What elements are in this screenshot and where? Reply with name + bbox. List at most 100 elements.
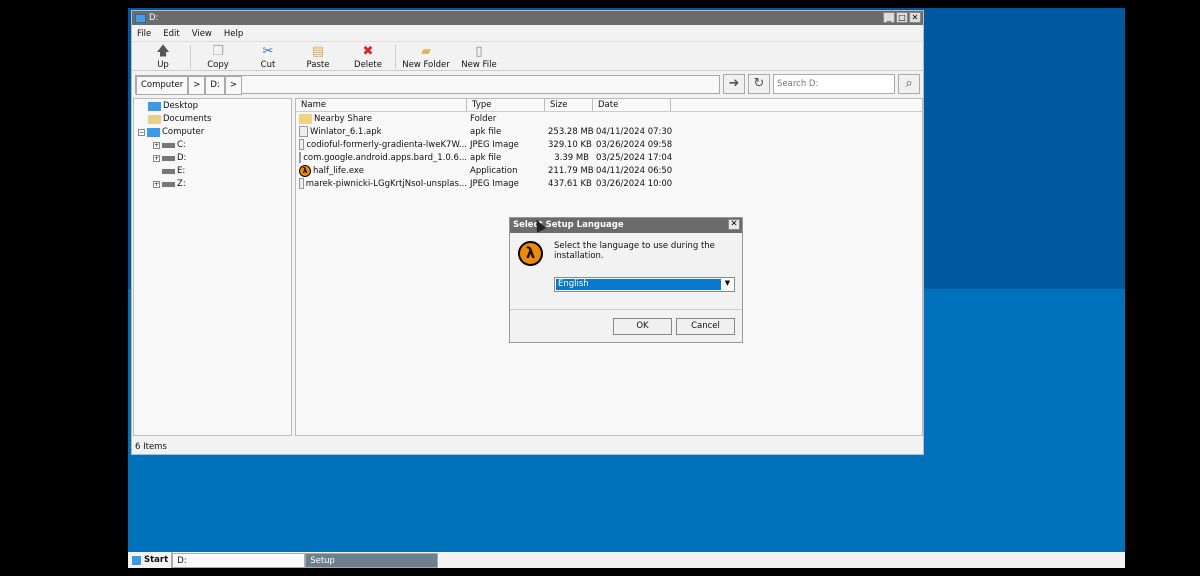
copy-icon: ❐ <box>212 44 224 59</box>
delete-button[interactable]: ✖ Delete <box>343 42 393 70</box>
taskbar-item-d[interactable]: D: <box>172 552 306 568</box>
collapse-icon[interactable]: − <box>138 128 145 136</box>
tree-computer[interactable]: − Computer <box>138 126 204 138</box>
file-row[interactable]: Winlator_6.1.apk apk file 253.28 MB 04/11/2… <box>296 125 922 138</box>
expand-icon[interactable]: + <box>153 141 160 149</box>
new-file-icon: ▯ <box>475 44 483 59</box>
tree-drive-e[interactable]: E: <box>162 165 185 177</box>
maximize-button[interactable]: □ <box>896 12 908 23</box>
menu-help[interactable]: Help <box>224 29 243 39</box>
tree-drive-z[interactable]: + Z: <box>153 178 186 190</box>
cut-label: Cut <box>260 60 276 70</box>
documents-icon <box>148 114 161 124</box>
file-row[interactable]: Nearby Share Folder <box>296 112 922 125</box>
paste-button[interactable]: ▤ Paste <box>293 42 343 70</box>
expand-icon[interactable]: + <box>153 180 160 188</box>
paste-icon: ▤ <box>311 44 325 59</box>
file-size: 3.39 MB <box>554 152 589 163</box>
taskbar-item-setup[interactable]: Setup <box>305 552 439 568</box>
column-name[interactable]: Name <box>296 99 467 111</box>
title-bar[interactable]: D: _ □ ✕ <box>132 11 923 25</box>
tree-label: Desktop <box>163 101 199 111</box>
file-row[interactable]: λ half_life.exe Application 211.79 MB 04/11/… <box>296 164 922 177</box>
tree-label: Computer <box>162 127 205 137</box>
file-date: 03/26/2024 09:58 <box>596 139 673 150</box>
copy-button[interactable]: ❐ Copy <box>193 42 243 70</box>
file-size: 329.10 KB <box>548 139 592 150</box>
file-date: 03/26/2024 10:00 <box>596 178 673 189</box>
menu-bar: File Edit View Help <box>132 25 923 41</box>
refresh-icon[interactable]: ↻ <box>748 74 770 94</box>
chevron-right-icon[interactable]: > <box>188 75 206 95</box>
drive-icon <box>162 168 175 174</box>
search-input[interactable] <box>773 74 895 94</box>
search-icon[interactable]: ⌕ <box>898 74 920 94</box>
file-icon <box>299 152 302 163</box>
address-bar: Computer> D:> ➜ ↻ ⌕ <box>132 71 923 97</box>
desktop-icon <box>148 101 161 111</box>
menu-edit[interactable]: Edit <box>163 29 179 39</box>
delete-label: Delete <box>354 60 382 70</box>
crumb-d[interactable]: D: <box>205 75 225 95</box>
folder-icon <box>299 113 312 124</box>
go-arrow-icon[interactable]: ➜ <box>723 74 745 94</box>
paste-label: Paste <box>306 60 330 70</box>
dialog-title: Select Setup Language <box>513 220 624 230</box>
tree-desktop[interactable]: Desktop <box>148 100 198 112</box>
close-button[interactable]: ✕ <box>909 12 921 23</box>
file-icon <box>299 178 304 189</box>
column-size[interactable]: Size <box>545 99 593 111</box>
column-type[interactable]: Type <box>467 99 545 111</box>
chevron-right-icon[interactable]: > <box>224 75 242 95</box>
menu-file[interactable]: File <box>137 29 151 39</box>
drive-icon <box>162 155 175 161</box>
file-name: com.google.android.apps.bard_1.0.6... <box>303 152 467 163</box>
language-select[interactable]: English ▼ <box>554 277 735 292</box>
file-size: 437.61 KB <box>548 178 592 189</box>
start-label: Start <box>144 555 169 565</box>
breadcrumb[interactable]: Computer > D: > <box>135 74 720 95</box>
file-type: Application <box>470 165 518 176</box>
tree-label: C: <box>177 140 186 150</box>
crumb-computer[interactable]: Computer <box>136 75 189 95</box>
file-row[interactable]: com.google.android.apps.bard_1.0.6... apk… <box>296 151 922 164</box>
menu-view[interactable]: View <box>192 29 212 39</box>
arrow-up-icon: 🡅 <box>156 44 170 59</box>
cut-button[interactable]: ✂ Cut <box>243 42 293 70</box>
file-row[interactable]: codioful-formerly-gradienta-lweK7W... JPE… <box>296 138 922 151</box>
ok-button[interactable]: OK <box>613 318 672 335</box>
copy-label: Copy <box>207 60 229 70</box>
tree-documents[interactable]: Documents <box>148 113 211 125</box>
tree-drive-d[interactable]: + D: <box>153 152 186 164</box>
tree-label: D: <box>177 153 187 163</box>
start-button[interactable]: Start <box>128 552 173 568</box>
file-row[interactable]: marek-piwnicki-LGgKrtjNsoI-unsplas... JPE… <box>296 177 922 190</box>
setup-language-dialog: Select Setup Language ✕ λ Select the lang… <box>509 217 743 343</box>
tree-drive-c[interactable]: + C: <box>153 139 186 151</box>
expand-icon[interactable]: + <box>153 154 160 162</box>
window-title: D: <box>149 13 159 23</box>
minimize-button[interactable]: _ <box>883 12 895 23</box>
folder-icon <box>135 13 146 23</box>
column-date[interactable]: Date <box>593 99 671 111</box>
file-type: JPEG Image <box>470 178 519 189</box>
windows-logo-icon <box>131 554 142 566</box>
up-button[interactable]: 🡅 Up <box>138 42 188 70</box>
file-type: Folder <box>470 113 497 124</box>
chevron-down-icon[interactable]: ▼ <box>722 279 733 290</box>
new-file-button[interactable]: ▯ New File <box>454 42 504 70</box>
file-type: JPEG Image <box>470 139 519 150</box>
computer-icon <box>147 127 160 137</box>
file-name: half_life.exe <box>313 165 364 176</box>
new-folder-icon: ▰ <box>421 44 431 59</box>
new-folder-button[interactable]: ▰ New Folder <box>398 42 454 70</box>
new-folder-label: New Folder <box>402 60 450 70</box>
drive-icon <box>162 142 175 148</box>
new-file-label: New File <box>461 60 497 70</box>
tree-label: E: <box>177 166 186 176</box>
tree-label: Z: <box>177 179 186 189</box>
up-label: Up <box>157 60 169 70</box>
dialog-close-button[interactable]: ✕ <box>728 219 740 230</box>
status-bar: 6 Items <box>135 442 167 452</box>
cancel-button[interactable]: Cancel <box>676 318 735 335</box>
